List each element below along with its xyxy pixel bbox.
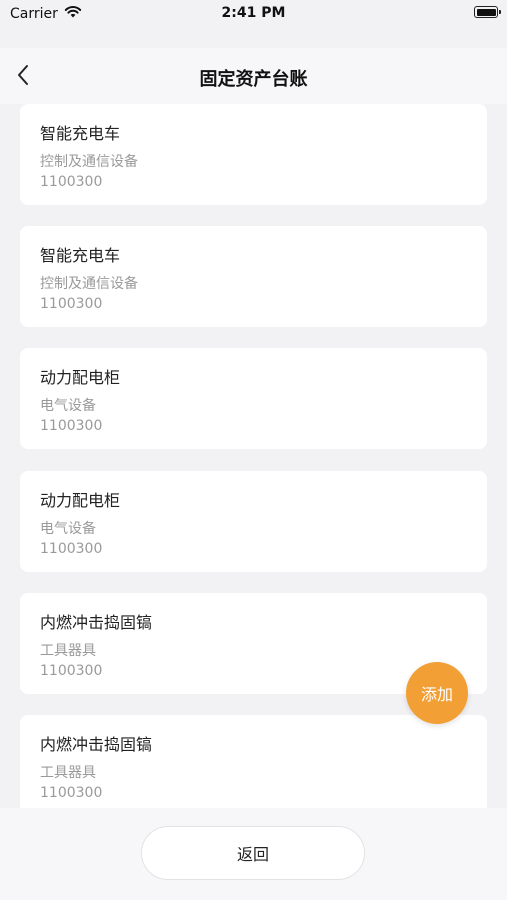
return-button[interactable]: 返回	[141, 826, 365, 880]
asset-name: 内燃冲击捣固镐	[40, 735, 153, 754]
asset-name: 动力配电柜	[40, 368, 121, 387]
navigation-bar: 固定资产台账	[0, 48, 507, 104]
asset-name: 智能充电车	[40, 246, 121, 265]
asset-code: 1100300	[40, 296, 103, 312]
battery-icon	[474, 6, 501, 18]
asset-code: 1100300	[40, 541, 103, 557]
add-button[interactable]: 添加	[406, 662, 468, 724]
asset-card[interactable]: 智能充电车 控制及通信设备 1100300	[20, 104, 487, 205]
asset-category: 工具器具	[40, 643, 96, 659]
asset-code: 1100300	[40, 663, 103, 679]
page-title: 固定资产台账	[199, 69, 308, 90]
asset-category: 工具器具	[40, 765, 96, 781]
status-bar: Carrier 2:41 PM	[0, 0, 507, 48]
status-time: 2:41 PM	[221, 5, 286, 21]
footer-bar: 返回	[0, 808, 507, 900]
asset-category: 控制及通信设备	[40, 154, 138, 170]
asset-card[interactable]: 动力配电柜 电气设备 1100300	[20, 348, 487, 449]
asset-name: 动力配电柜	[40, 491, 121, 510]
asset-category: 电气设备	[40, 521, 96, 537]
asset-card[interactable]: 动力配电柜 电气设备 1100300	[20, 471, 487, 572]
asset-code: 1100300	[40, 174, 103, 190]
asset-card[interactable]: 智能充电车 控制及通信设备 1100300	[20, 226, 487, 327]
asset-code: 1100300	[40, 418, 103, 434]
asset-category: 电气设备	[40, 398, 96, 414]
asset-category: 控制及通信设备	[40, 276, 138, 292]
asset-card[interactable]: 内燃冲击捣固镐 工具器具 1100300	[20, 715, 487, 808]
asset-name: 智能充电车	[40, 124, 121, 143]
asset-code: 1100300	[40, 785, 103, 801]
asset-name: 内燃冲击捣固镐	[40, 613, 153, 632]
